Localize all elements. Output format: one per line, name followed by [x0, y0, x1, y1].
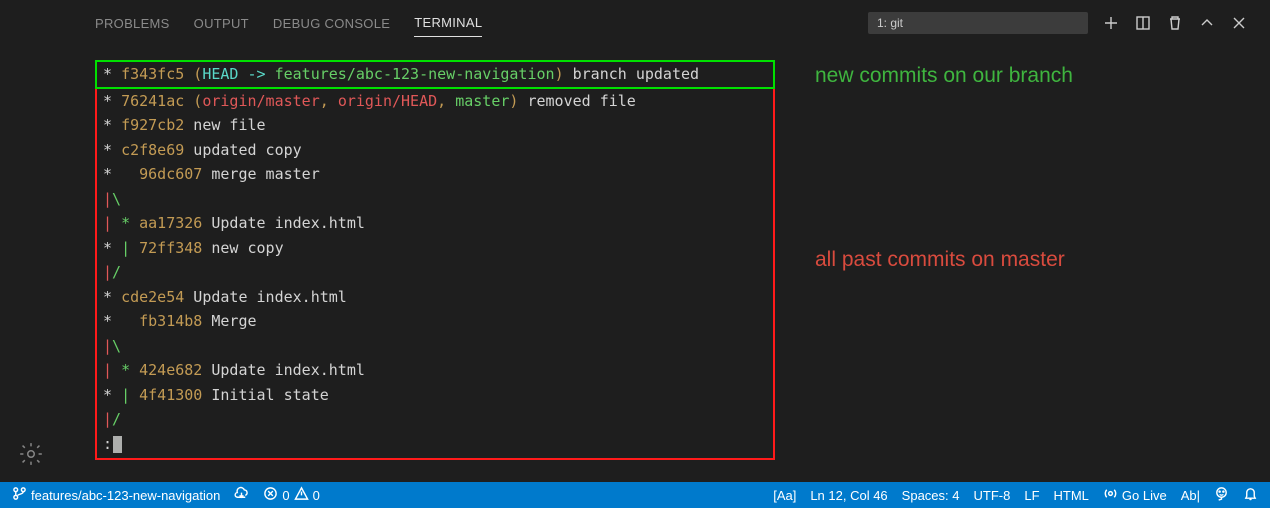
- git-log-line: |\: [103, 334, 767, 359]
- status-branch[interactable]: features/abc-123-new-navigation: [12, 486, 220, 504]
- annotation-new-commits: new commits on our branch: [815, 64, 1073, 88]
- terminal-cursor: [113, 436, 122, 453]
- git-log-line: |/: [103, 407, 767, 432]
- error-icon: [263, 486, 278, 504]
- status-case-sensitive[interactable]: [Aa]: [773, 488, 796, 503]
- status-indentation[interactable]: Spaces: 4: [902, 488, 960, 503]
- cloud-sync-icon: [234, 486, 249, 504]
- status-language-mode[interactable]: HTML: [1054, 488, 1089, 503]
- git-log-line: | * 424e682 Update index.html: [103, 358, 767, 383]
- status-cursor-position[interactable]: Ln 12, Col 46: [810, 488, 887, 503]
- broadcast-icon: [1103, 486, 1118, 504]
- terminal-selector-label: 1: git: [877, 16, 903, 30]
- tab-debug-console[interactable]: DEBUG CONSOLE: [273, 10, 390, 37]
- manage-gear-icon[interactable]: [18, 441, 44, 472]
- git-log-line: |\: [103, 187, 767, 212]
- new-terminal-icon[interactable]: [1102, 14, 1120, 32]
- status-problems[interactable]: 0 0: [263, 486, 319, 504]
- panel-tabs-bar: PROBLEMS OUTPUT DEBUG CONSOLE TERMINAL 1…: [0, 0, 1270, 40]
- warning-icon: [294, 486, 309, 504]
- status-spellcheck[interactable]: Ab|: [1181, 488, 1200, 503]
- status-eol[interactable]: LF: [1024, 488, 1039, 503]
- terminal-selector-dropdown[interactable]: 1: git: [868, 12, 1088, 34]
- status-go-live[interactable]: Go Live: [1103, 486, 1167, 504]
- close-panel-icon[interactable]: [1230, 14, 1248, 32]
- git-log-line: * 76241ac (origin/master, origin/HEAD, m…: [103, 89, 767, 114]
- annotation-labels: new commits on our branch all past commi…: [815, 60, 1073, 482]
- git-log-line: * f927cb2 new file: [103, 113, 767, 138]
- kill-terminal-icon[interactable]: [1166, 14, 1184, 32]
- git-log-line: * | 72ff348 new copy: [103, 236, 767, 261]
- annotation-past-commits: all past commits on master: [815, 248, 1073, 272]
- status-sync[interactable]: [234, 486, 249, 504]
- status-encoding[interactable]: UTF-8: [974, 488, 1011, 503]
- git-log-line: * cde2e54 Update index.html: [103, 285, 767, 310]
- status-feedback-icon[interactable]: [1214, 486, 1229, 504]
- git-log-line: * | 4f41300 Initial state: [103, 383, 767, 408]
- git-log-line: * c2f8e69 updated copy: [103, 138, 767, 163]
- git-log-line: |/: [103, 260, 767, 285]
- tab-output[interactable]: OUTPUT: [194, 10, 249, 37]
- git-log-line: | * aa17326 Update index.html: [103, 211, 767, 236]
- maximize-panel-icon[interactable]: [1198, 14, 1216, 32]
- git-log-line: :: [103, 432, 767, 457]
- git-log-line: * fb314b8 Merge: [103, 309, 767, 334]
- bell-icon: [1243, 486, 1258, 504]
- git-log-line: * 96dc607 merge master: [103, 162, 767, 187]
- tab-terminal[interactable]: TERMINAL: [414, 9, 482, 37]
- status-bar: features/abc-123-new-navigation 0 0 [Aa]…: [0, 482, 1270, 508]
- status-notifications-icon[interactable]: [1243, 486, 1258, 504]
- feedback-smiley-icon: [1214, 486, 1229, 504]
- source-control-branch-icon: [12, 486, 27, 504]
- terminal-output[interactable]: * f343fc5 (HEAD -> features/abc-123-new-…: [95, 60, 775, 482]
- split-terminal-icon[interactable]: [1134, 14, 1152, 32]
- tab-problems[interactable]: PROBLEMS: [95, 10, 170, 37]
- git-log-head-line: * f343fc5 (HEAD -> features/abc-123-new-…: [103, 62, 767, 87]
